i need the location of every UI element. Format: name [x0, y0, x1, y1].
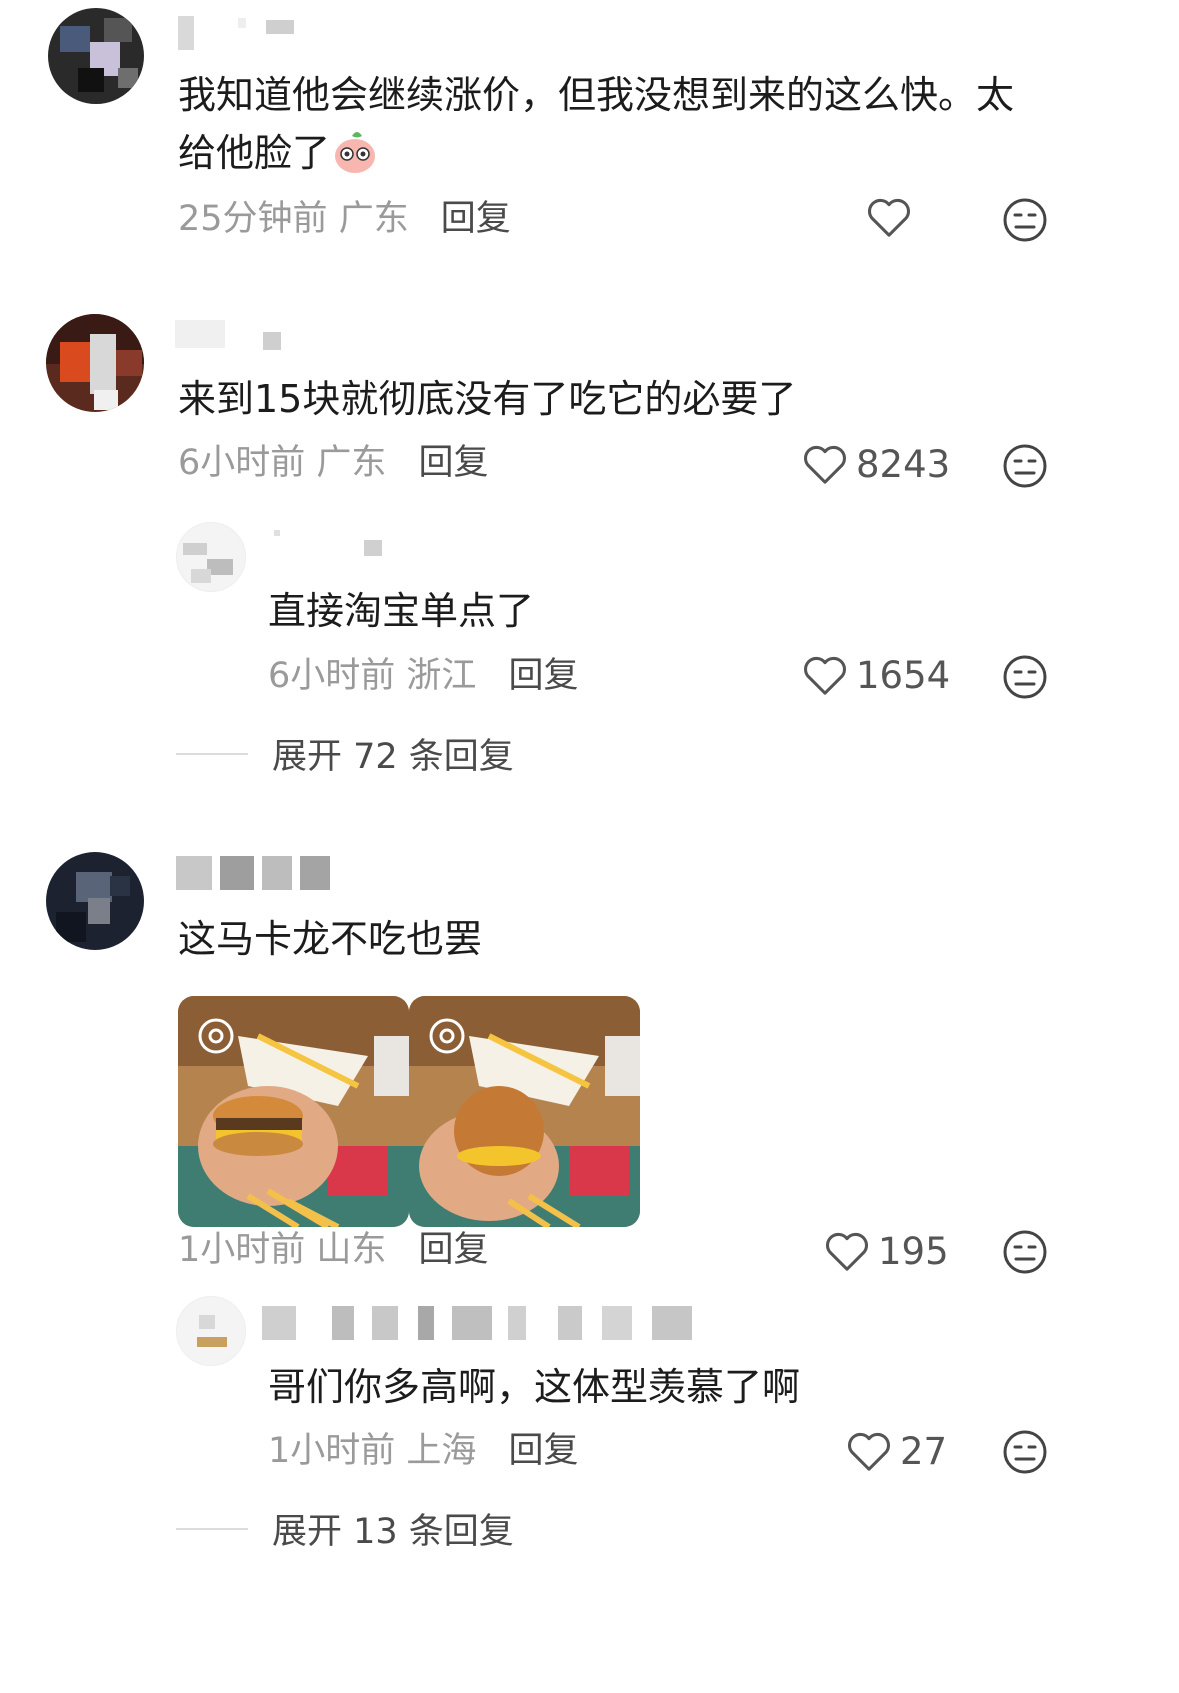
heart-outline-icon [868, 198, 910, 237]
reply-text: 直接淘宝单点了 [268, 589, 535, 633]
meh-face-icon[interactable] [1002, 1429, 1048, 1475]
divider-line [176, 752, 248, 755]
reply-text: 哥们你多高啊，这体型羡慕了啊 [268, 1365, 801, 1409]
reply-button[interactable]: 回复 [441, 199, 511, 239]
heart-outline-icon [804, 445, 846, 484]
reply-button[interactable]: 回复 [508, 1431, 578, 1471]
avatar[interactable] [46, 314, 144, 412]
reply-meta: 6小时前 浙江 回复 [268, 656, 579, 696]
comment-meta: 6小时前 广东 回复 [178, 443, 489, 483]
pink-blob-emoji-icon [330, 126, 380, 176]
avatar[interactable] [176, 1296, 246, 1366]
comment-text: 这马卡龙不吃也罢 [178, 917, 483, 961]
meh-face-icon[interactable] [1002, 654, 1048, 700]
avatar[interactable] [48, 8, 144, 104]
meh-face-icon[interactable] [1002, 197, 1048, 243]
like-button[interactable] [866, 197, 912, 239]
heart-outline-icon [804, 656, 846, 695]
reply-button[interactable]: 回复 [418, 443, 488, 483]
comment-text: 来到15块就彻底没有了吃它的必要了 [178, 377, 797, 421]
like-count: 195 [878, 1230, 949, 1273]
reply-button[interactable]: 回复 [508, 656, 578, 696]
username-blurred[interactable] [176, 856, 336, 890]
username-blurred[interactable] [262, 1306, 702, 1340]
like-count: 8243 [856, 443, 951, 486]
divider-line [176, 1527, 248, 1530]
heart-outline-icon [826, 1232, 868, 1271]
heart-outline-icon [848, 1432, 890, 1471]
username-blurred[interactable] [268, 528, 388, 562]
like-count: 1654 [856, 654, 951, 697]
expand-replies-button[interactable]: 展开 72 条回复 [176, 728, 514, 779]
meh-face-icon[interactable] [1002, 443, 1048, 489]
like-count: 27 [900, 1430, 948, 1473]
reply-button[interactable]: 回复 [418, 1230, 488, 1270]
like-button[interactable]: 1654 [802, 654, 950, 697]
reply-meta: 1小时前 上海 回复 [268, 1431, 579, 1471]
avatar[interactable] [46, 852, 144, 950]
username-blurred[interactable] [178, 14, 308, 50]
meh-face-icon[interactable] [1002, 1229, 1048, 1275]
comment-text: 我知道他会继续涨价，但我没想到来的这么快。太 给他脸了 [178, 73, 1015, 176]
expand-replies-button[interactable]: 展开 13 条回复 [176, 1503, 514, 1554]
like-button[interactable]: 27 [846, 1430, 947, 1473]
like-button[interactable]: 8243 [802, 443, 950, 486]
comment-photo[interactable] [409, 996, 640, 1227]
avatar[interactable] [176, 522, 246, 592]
comment-photo[interactable] [178, 996, 409, 1227]
username-blurred[interactable] [175, 320, 285, 354]
like-button[interactable]: 195 [824, 1230, 949, 1273]
comment-meta: 1小时前 山东 回复 [178, 1230, 489, 1270]
comment-meta: 25分钟前 广东 回复 [178, 199, 511, 239]
